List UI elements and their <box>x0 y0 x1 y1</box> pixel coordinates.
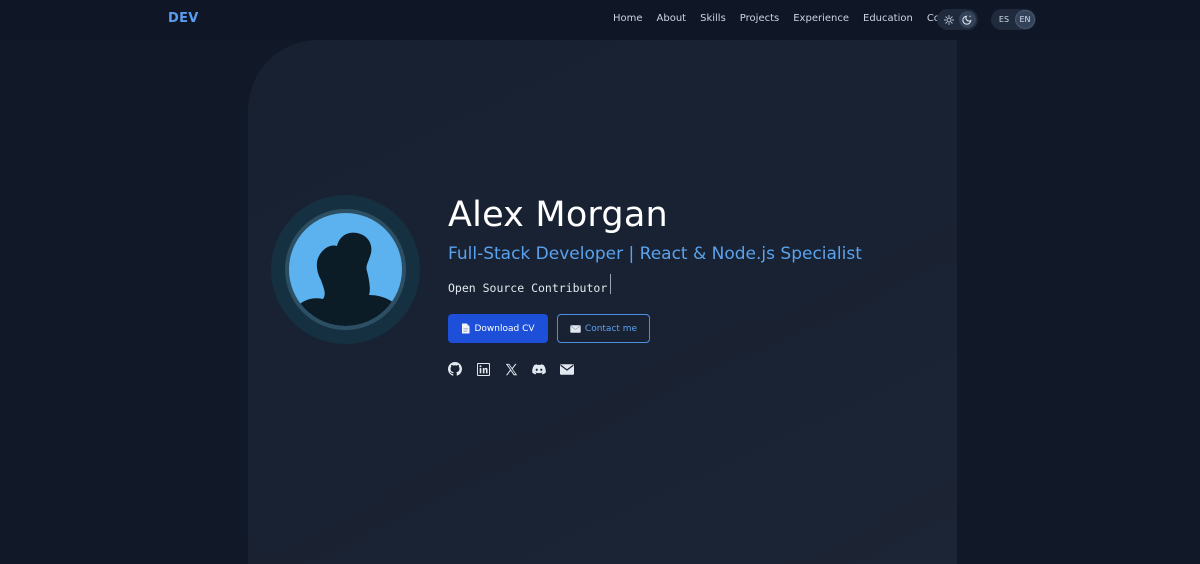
email-link[interactable] <box>560 362 574 376</box>
typed-text: Open Source Contributor <box>448 281 608 295</box>
language-es-button[interactable]: ES <box>994 10 1014 29</box>
document-icon <box>462 323 470 334</box>
mail-icon <box>560 363 574 375</box>
linkedin-link[interactable] <box>476 362 490 376</box>
download-cv-button[interactable]: Download CV <box>448 314 548 343</box>
theme-toggle[interactable] <box>937 9 978 30</box>
x-link[interactable] <box>504 362 518 376</box>
language-en-button[interactable]: EN <box>1015 10 1035 29</box>
avatar <box>289 213 402 326</box>
dark-mode-button[interactable] <box>959 11 976 28</box>
download-cv-label: Download CV <box>474 323 535 334</box>
contact-me-label: Contact me <box>584 323 638 334</box>
github-icon <box>448 362 462 376</box>
social-links <box>448 362 574 376</box>
nav-links: Home About Skills Projects Experience Ed… <box>613 13 966 24</box>
hero-role: Full-Stack Developer | React & Node.js S… <box>448 244 862 264</box>
nav-link-education[interactable]: Education <box>863 13 913 24</box>
typing-cursor <box>610 274 612 294</box>
discord-link[interactable] <box>532 362 546 376</box>
discord-icon <box>532 363 546 374</box>
nav-link-about[interactable]: About <box>657 13 687 24</box>
language-toggle[interactable]: ES EN <box>991 9 1036 30</box>
nav-link-experience[interactable]: Experience <box>793 13 849 24</box>
envelope-icon <box>570 324 581 333</box>
github-link[interactable] <box>448 362 462 376</box>
sun-icon <box>943 14 954 25</box>
hero-tagline: Open Source Contributor <box>448 274 612 295</box>
contact-me-button[interactable]: Contact me <box>557 314 650 343</box>
nav-link-projects[interactable]: Projects <box>740 13 779 24</box>
person-silhouette-icon <box>289 232 402 326</box>
moon-icon <box>962 15 972 25</box>
light-mode-button[interactable] <box>940 11 957 28</box>
top-navbar: DEV Home About Skills Projects Experienc… <box>0 0 1200 40</box>
linkedin-icon <box>476 362 490 376</box>
nav-link-skills[interactable]: Skills <box>700 13 726 24</box>
x-icon <box>505 363 517 375</box>
hero-name: Alex Morgan <box>448 195 668 235</box>
nav-link-home[interactable]: Home <box>613 13 643 24</box>
logo[interactable]: DEV <box>168 11 199 26</box>
